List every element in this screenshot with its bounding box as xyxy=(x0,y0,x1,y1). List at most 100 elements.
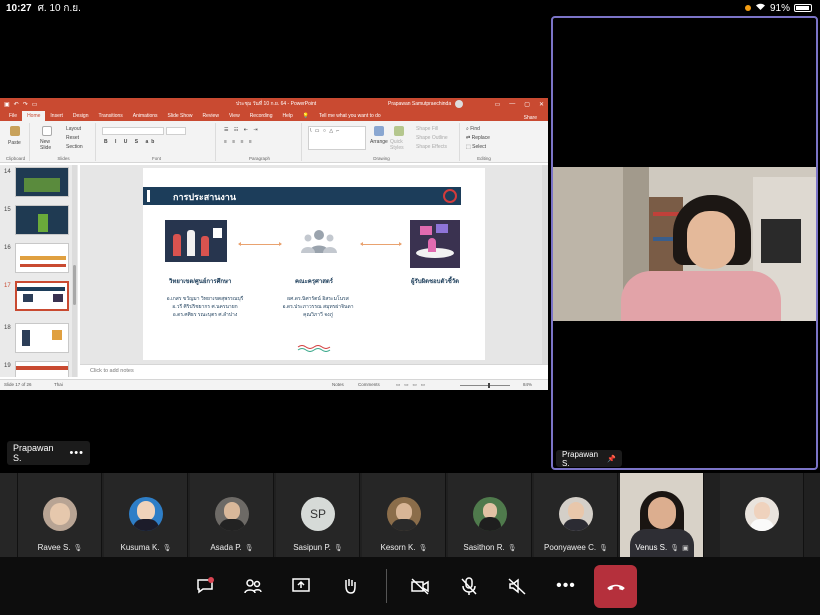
thumbnail-18: 18 xyxy=(0,323,78,357)
speaker-off-button[interactable] xyxy=(503,572,531,600)
group-label-slides: Slides xyxy=(57,156,70,161)
participant-video-tile[interactable]: Venus S. 🎙 ▣ xyxy=(620,473,704,557)
share-screen-button[interactable] xyxy=(287,572,315,600)
participants-strip: Ravee S. 🎙 Kusuma K. 🎙 Asada P. 🎙 SP Sasipu… xyxy=(0,473,820,557)
thumbnail-19: 19 xyxy=(0,361,78,377)
chat-button[interactable] xyxy=(191,572,219,600)
shape-effects-label: Shape Effects xyxy=(416,144,448,150)
pin-icon: 📌 xyxy=(607,455,616,463)
participant-name-text: Venus S. xyxy=(635,543,668,552)
ppt-document-title: ประชุม วันที่ 10 ก.ย. 64 - PowerPoint xyxy=(236,101,317,107)
more-actions-button[interactable]: ••• xyxy=(552,572,580,600)
wifi-icon xyxy=(755,2,766,14)
more-icon: ••• xyxy=(556,577,576,594)
date: ศ. 10 ก.ย. xyxy=(37,2,81,14)
raise-hand-icon xyxy=(345,579,356,594)
mic-muted-icon: 🎙 xyxy=(670,545,680,552)
campus-contacts: อ.เกสร ขวัญมา วิทยาเขตสุพรรณบุรี อ.วรี ศ… xyxy=(160,295,250,319)
participant-name-text: Poonyawee C. xyxy=(544,543,597,552)
participant-name-text: Sasithon R. xyxy=(463,543,505,552)
thumbnail-scrollbar xyxy=(72,165,77,377)
thumbnail-16: 16 xyxy=(0,243,78,277)
slide-canvas: การประสานงาน วิทยาเขต/ศูนย์การศึกษา คณะค… xyxy=(80,165,548,364)
controls-divider xyxy=(386,569,387,603)
language-indicator: Thai xyxy=(54,382,63,387)
participant-tile[interactable] xyxy=(720,473,804,557)
save-icon: ▣ xyxy=(4,101,10,108)
tab-recording: Recording xyxy=(249,113,273,119)
tab-file: File xyxy=(9,113,18,119)
participant-tile[interactable]: Asada P. 🎙 xyxy=(190,473,274,557)
participant-name-text: Ravee S. xyxy=(37,543,71,552)
participant-name: Sasipun P. 🎙 xyxy=(276,543,360,552)
participant-name: Sasithon R. 🎙 xyxy=(448,543,532,552)
lightbulb-icon: 💡 xyxy=(302,113,310,119)
ppt-title-bar: ▣ ↶ ↷ ▭ ประชุม วันที่ 10 ก.ย. 64 - Power… xyxy=(0,98,548,110)
participant-tile[interactable]: Kusuma K. 🎙 xyxy=(104,473,188,557)
thumbnail-image xyxy=(15,281,69,311)
mic-muted-icon: 🎙 xyxy=(507,545,517,552)
presenter-name-tag[interactable]: Prapawan S. ••• xyxy=(7,441,90,465)
participant-name: Kesorn K. 🎙 xyxy=(362,543,446,552)
faculty-people-icon xyxy=(301,228,337,254)
reactions-button[interactable] xyxy=(336,572,364,600)
double-arrow-left xyxy=(238,242,282,246)
mic-off-button[interactable] xyxy=(455,572,483,600)
paste-label: Paste xyxy=(8,140,21,146)
speaker-name-tag: Prapawan S. 📌 xyxy=(556,450,622,468)
participant-name: Asada P. 🎙 xyxy=(190,543,274,552)
people-button[interactable] xyxy=(239,572,267,600)
ppt-user-avatar xyxy=(455,100,463,108)
leave-call-button[interactable] xyxy=(594,565,637,608)
group-label-editing: Editing xyxy=(477,156,491,161)
zoom-slider xyxy=(460,385,510,386)
thumbnail-image xyxy=(15,167,69,197)
notes-toggle: Notes xyxy=(332,382,344,387)
undo-icon: ↶ xyxy=(13,101,19,108)
replace-label: Replace xyxy=(471,135,490,141)
thumbnail-image xyxy=(15,323,69,353)
thumbnail-number: 17 xyxy=(4,283,11,289)
battery-icon xyxy=(794,4,812,12)
mic-muted-icon: 🎙 xyxy=(418,545,428,552)
thumbnail-image xyxy=(15,361,69,377)
window-controls: ▭ — ▢ ✕ xyxy=(495,101,544,108)
shapes-icons: \ ▭ ○ △ ⌐ xyxy=(310,128,341,134)
participant-tile[interactable]: SP Sasipun P. 🎙 xyxy=(276,473,360,557)
status-right: 91% xyxy=(744,2,812,14)
group-clipboard: Paste Clipboard xyxy=(2,123,30,161)
faculty-contact-line: อ.ดร.ประภาวรรณ สมุทรผ่าจินดา xyxy=(282,304,354,310)
battery-percent: 91% xyxy=(769,2,790,14)
chat-icon xyxy=(197,577,214,594)
participant-tile[interactable]: Kesorn K. 🎙 xyxy=(362,473,446,557)
tab-slide-show: Slide Show xyxy=(167,113,193,119)
font-name-box xyxy=(102,127,164,135)
tab-help: Help xyxy=(282,113,293,119)
thumbnail-15: 15 xyxy=(0,205,78,239)
slideshow-icon: ▭ xyxy=(31,101,38,108)
participant-tile[interactable] xyxy=(0,473,18,557)
thumbnail-number: 14 xyxy=(4,169,11,175)
participant-tile[interactable]: Sasithon R. 🎙 xyxy=(448,473,532,557)
zoom-level: 84% xyxy=(523,382,533,387)
shared-screen: ▣ ↶ ↷ ▭ ประชุม วันที่ 10 ก.ย. 64 - Power… xyxy=(0,98,548,390)
avatar xyxy=(215,497,249,531)
tab-transitions: Transitions xyxy=(98,113,123,119)
camera-off-button[interactable] xyxy=(406,572,434,600)
thumbnail-number: 16 xyxy=(4,245,11,251)
participant-name: Poonyawee C. 🎙 xyxy=(534,543,618,552)
ppt-status-bar: Slide 17 of 26 Thai Notes Comments ▭▭▭▭ … xyxy=(0,379,548,390)
list-icons: ☰ ☷ ⇤ ⇥ xyxy=(224,127,260,133)
thumbnail-image xyxy=(15,205,69,235)
participant-tile[interactable]: Poonyawee C. 🎙 xyxy=(534,473,618,557)
tab-insert: Insert xyxy=(50,113,63,119)
thumbnail-17: 17 xyxy=(0,281,78,315)
mic-muted-icon: 🎙 xyxy=(333,545,343,552)
pushpin-icon xyxy=(443,189,457,203)
slide-title: การประสานงาน xyxy=(173,192,237,202)
find-item: ⌕ Find xyxy=(466,126,480,132)
more-options-icon[interactable]: ••• xyxy=(69,447,84,459)
participant-tile[interactable]: Ravee S. 🎙 xyxy=(18,473,102,557)
group-font: B I U S ab Font xyxy=(98,123,216,161)
participant-name-text: Sasipun P. xyxy=(293,543,331,552)
